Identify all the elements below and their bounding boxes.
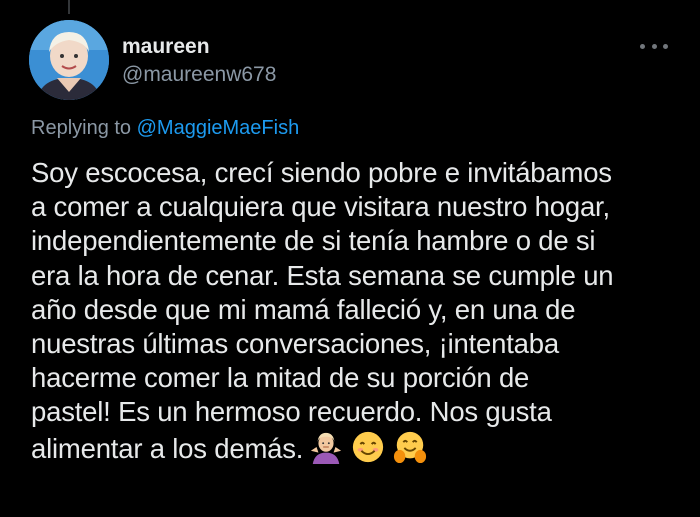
emoji-row — [309, 430, 427, 464]
more-options-button[interactable] — [640, 36, 668, 56]
tweet-text: Soy escocesa, crecí siendo pobre e invit… — [31, 156, 687, 466]
thread-connector-line — [68, 0, 70, 14]
dot-icon — [663, 43, 668, 49]
smiling-face-emoji — [353, 431, 384, 462]
tweet-body: Soy escocesa, crecí siendo pobre e invit… — [31, 157, 614, 464]
dot-icon — [640, 43, 645, 49]
display-name[interactable]: maureen — [122, 34, 276, 60]
user-handle[interactable]: @maureenw678 — [122, 60, 276, 90]
person-shrugging-emoji — [311, 432, 342, 464]
replying-mention-link[interactable]: @MaggieMaeFish — [137, 117, 300, 139]
avatar[interactable] — [29, 20, 109, 100]
hugging-face-emoji — [394, 431, 427, 463]
dot-icon — [651, 43, 657, 49]
user-info: maureen @maureenw678 — [122, 34, 276, 90]
replying-to-line: Replying to @MaggieMaeFish — [31, 115, 299, 141]
avatar-image — [29, 20, 109, 100]
replying-prefix: Replying to — [31, 117, 132, 139]
